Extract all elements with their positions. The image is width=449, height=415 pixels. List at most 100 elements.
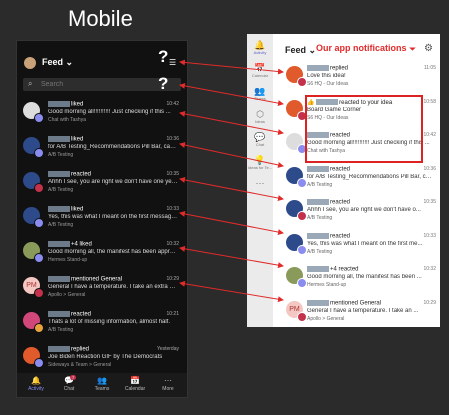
timestamp: 10:21 — [166, 311, 179, 317]
activity-action: reacted — [330, 132, 351, 139]
timestamp: 10:33 — [166, 206, 179, 212]
activity-badge-icon — [297, 144, 307, 154]
list-item[interactable]: +4 reacted 10:32 Good morning all, the man… — [273, 262, 440, 296]
list-item[interactable]: reacted 10:36 for A/B Testing_Recommendati… — [273, 162, 440, 196]
teams-icon: 👥 — [97, 376, 107, 385]
list-item[interactable]: replied 11:05 Love this idea! S6 HQ - Our I… — [273, 61, 440, 95]
list-item[interactable]: liked 10:42 Good morning all!!!!!!!!!! Jus… — [17, 98, 187, 133]
activity-title: mentioned General — [48, 276, 180, 283]
app-rail: 🔔 Activity 📅 Calendar 👥 Teams ⬡ Ideas 💬 Chat 💡 Idea… — [247, 34, 273, 327]
nav-item-activity[interactable]: 🔔 Activity — [21, 376, 51, 392]
rail-item-ideas[interactable]: ⬡ Ideas — [247, 109, 273, 124]
activity-action: +4 reacted — [330, 266, 359, 273]
activity-action: reacted — [330, 166, 351, 173]
rail-item-teams[interactable]: 👥 Teams — [247, 86, 273, 101]
timestamp: 11:05 — [423, 65, 436, 71]
list-item[interactable]: reacted 10:42 Good morning all!!!!!!!!!! J… — [273, 128, 440, 162]
timestamp: 10:58 — [423, 98, 436, 105]
avatar[interactable] — [24, 57, 36, 69]
list-item[interactable]: liked 10:36 for A/B Testing_Recommendation… — [17, 133, 187, 168]
activity-badge-icon — [297, 77, 307, 87]
rail-item-calendar[interactable]: 📅 Calendar — [247, 63, 273, 78]
redacted-name — [48, 276, 70, 282]
list-item[interactable]: liked 10:33 Yes, this was what I meant on … — [17, 203, 187, 238]
activity-source: A/B Testing — [48, 327, 74, 333]
annotation-label: Our app notifications — [316, 43, 407, 53]
list-item[interactable]: PM mentioned General 10:29 General I have a… — [273, 296, 440, 328]
activity-badge-icon — [297, 311, 307, 322]
redacted-name — [307, 199, 329, 205]
activity-source: A/B Testing — [307, 181, 333, 188]
activity-title: replied — [307, 65, 425, 72]
list-item[interactable]: reacted 10:33 Yes, this was what I meant o… — [273, 229, 440, 263]
activity-title: +4 reacted — [307, 266, 425, 273]
rail-item-more[interactable]: ⋯ — [247, 178, 273, 188]
activity-action: reacted to your idea — [339, 99, 393, 106]
bell-icon: 🔔 — [254, 40, 266, 50]
nav-item-calendar[interactable]: 📅 Calendar — [120, 376, 150, 392]
search-input[interactable] — [41, 79, 171, 90]
activity-preview: Ahhh I see, you are right we don't have … — [307, 207, 421, 213]
activity-badge-icon — [297, 110, 307, 121]
feed-panel: Feed ⌄ Our app notifications ⏷ ⚙ replied… — [273, 34, 440, 327]
nav-label: Teams — [94, 386, 110, 392]
activity-badge-icon — [297, 278, 307, 288]
search-icon: ⌕ — [28, 79, 33, 88]
rail-item-chat[interactable]: 💬 Chat — [247, 132, 273, 147]
thumbs-up-icon: 👍 — [307, 99, 317, 106]
page-title: Mobile — [68, 6, 133, 31]
list-item[interactable]: reacted 10:21 Thats a lot of missing infor… — [17, 308, 187, 343]
activity-title: reacted — [307, 165, 425, 173]
timestamp: 10:29 — [423, 299, 436, 306]
redacted-name — [307, 165, 329, 172]
activity-preview: General I have a temperature. I take an … — [48, 284, 178, 290]
redacted-name — [307, 299, 329, 306]
activity-title: reacted — [307, 232, 425, 239]
activity-title: mentioned General — [307, 299, 425, 307]
feed-dropdown[interactable]: Feed ⌄ — [285, 45, 316, 56]
activity-source: A/B Testing — [48, 222, 74, 228]
activity-badge-icon — [34, 358, 44, 368]
activity-title: reacted — [307, 132, 425, 139]
activity-title: liked — [48, 101, 180, 108]
timestamp: Yesterday — [156, 346, 179, 352]
filter-icon[interactable]: ⏷ — [409, 44, 416, 55]
timestamp: 10:35 — [166, 171, 179, 177]
redacted-name — [48, 311, 70, 317]
activity-badge-icon — [34, 148, 44, 158]
activity-source: S6 HQ - Our Ideas — [307, 81, 349, 87]
gear-icon[interactable]: ⚙ — [424, 43, 433, 54]
list-item[interactable]: 👍 reacted to your idea 10:58 Board Game Co… — [273, 95, 440, 129]
nav-item-more[interactable]: ⋯ More — [153, 376, 183, 392]
nav-label: More — [162, 386, 174, 392]
activity-action: mentioned General — [330, 300, 382, 307]
activity-action: reacted — [71, 311, 92, 318]
timestamp: 10:29 — [166, 276, 179, 282]
redacted-name — [48, 241, 70, 247]
rail-label: Ideas for Te... — [247, 165, 273, 170]
activity-badge-icon — [34, 113, 44, 123]
feed-dropdown[interactable]: Feed ⌄ — [42, 57, 73, 68]
list-item[interactable]: reacted 10:35 Ahhh I see, you are right we… — [17, 168, 187, 203]
nav-item-teams[interactable]: 👥 Teams — [87, 376, 117, 392]
list-item[interactable]: reacted 10:35 Ahhh I see, you are right we… — [273, 195, 440, 229]
activity-source: A/B Testing — [48, 187, 74, 193]
activity-badge-icon — [297, 244, 307, 255]
rail-item-ideas-for-te-[interactable]: 💡 Ideas for Te... — [247, 155, 273, 170]
rail-label: Chat — [255, 142, 265, 147]
activity-source: Chat with Tashya — [307, 148, 345, 154]
list-item[interactable]: PM mentioned General 10:29 General I have a… — [17, 273, 187, 308]
timestamp: 10:36 — [166, 136, 179, 142]
activity-source: Hermes Stand-up — [48, 257, 88, 263]
activity-title: 👍 reacted to your idea — [307, 98, 425, 106]
activity-preview: General I have a temperature. I take an … — [307, 307, 419, 314]
activity-source: S6 HQ - Our Ideas — [307, 114, 349, 121]
list-item[interactable]: +4 liked 10:32 Good morning all, the manif… — [17, 238, 187, 273]
timestamp: 10:35 — [423, 199, 436, 205]
filter-icon[interactable]: ☰ — [169, 58, 176, 67]
activity-action: mentioned General — [71, 276, 123, 283]
rail-item-activity[interactable]: 🔔 Activity — [247, 40, 273, 55]
redacted-name — [48, 346, 70, 352]
activity-preview: Good morning all, the manifest has been … — [48, 249, 178, 255]
nav-item-chat[interactable]: 💬 7 Chat — [54, 375, 84, 392]
